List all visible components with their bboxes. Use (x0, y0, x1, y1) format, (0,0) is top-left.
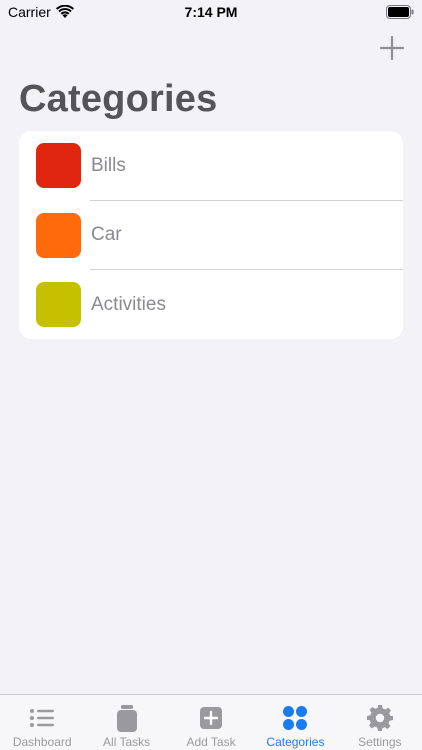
tab-label: Add Task (186, 735, 236, 749)
tab-categories[interactable]: Categories (253, 695, 337, 750)
page-title: Categories (19, 78, 218, 120)
jar-icon (116, 705, 137, 732)
tab-label: Settings (358, 735, 402, 749)
list-icon (30, 709, 55, 727)
tab-settings[interactable]: Settings (338, 695, 422, 750)
category-color-swatch (36, 282, 81, 328)
tab-label: Dashboard (12, 735, 72, 749)
gear-icon (366, 705, 393, 731)
category-color-swatch (36, 212, 81, 258)
category-label: Car (91, 224, 122, 246)
tab-all-tasks[interactable]: All Tasks (84, 695, 168, 750)
category-item-bills[interactable]: Bills (19, 131, 403, 201)
tab-dashboard[interactable]: Dashboard (0, 695, 84, 750)
grid-dots-icon (283, 706, 308, 730)
category-color-swatch (36, 143, 81, 189)
category-label: Activities (91, 293, 166, 315)
tab-label: Categories (266, 735, 325, 749)
category-item-activities[interactable]: Activities (19, 270, 403, 339)
plus-icon (379, 35, 405, 61)
battery-icon (386, 5, 414, 19)
add-category-button[interactable] (378, 34, 406, 62)
category-label: Bills (91, 154, 126, 176)
tab-label: All Tasks (103, 735, 151, 749)
tab-add-task[interactable]: Add Task (169, 695, 253, 750)
category-item-car[interactable]: Car (19, 201, 403, 270)
tab-bar: Dashboard All Tasks Add Task Categories … (0, 694, 422, 750)
category-list: Bills Car Activities (19, 131, 403, 339)
clock-time: 7:14 PM (184, 4, 238, 20)
status-bar: Carrier 7:14 PM (0, 0, 422, 26)
plus-square-icon (200, 707, 223, 729)
